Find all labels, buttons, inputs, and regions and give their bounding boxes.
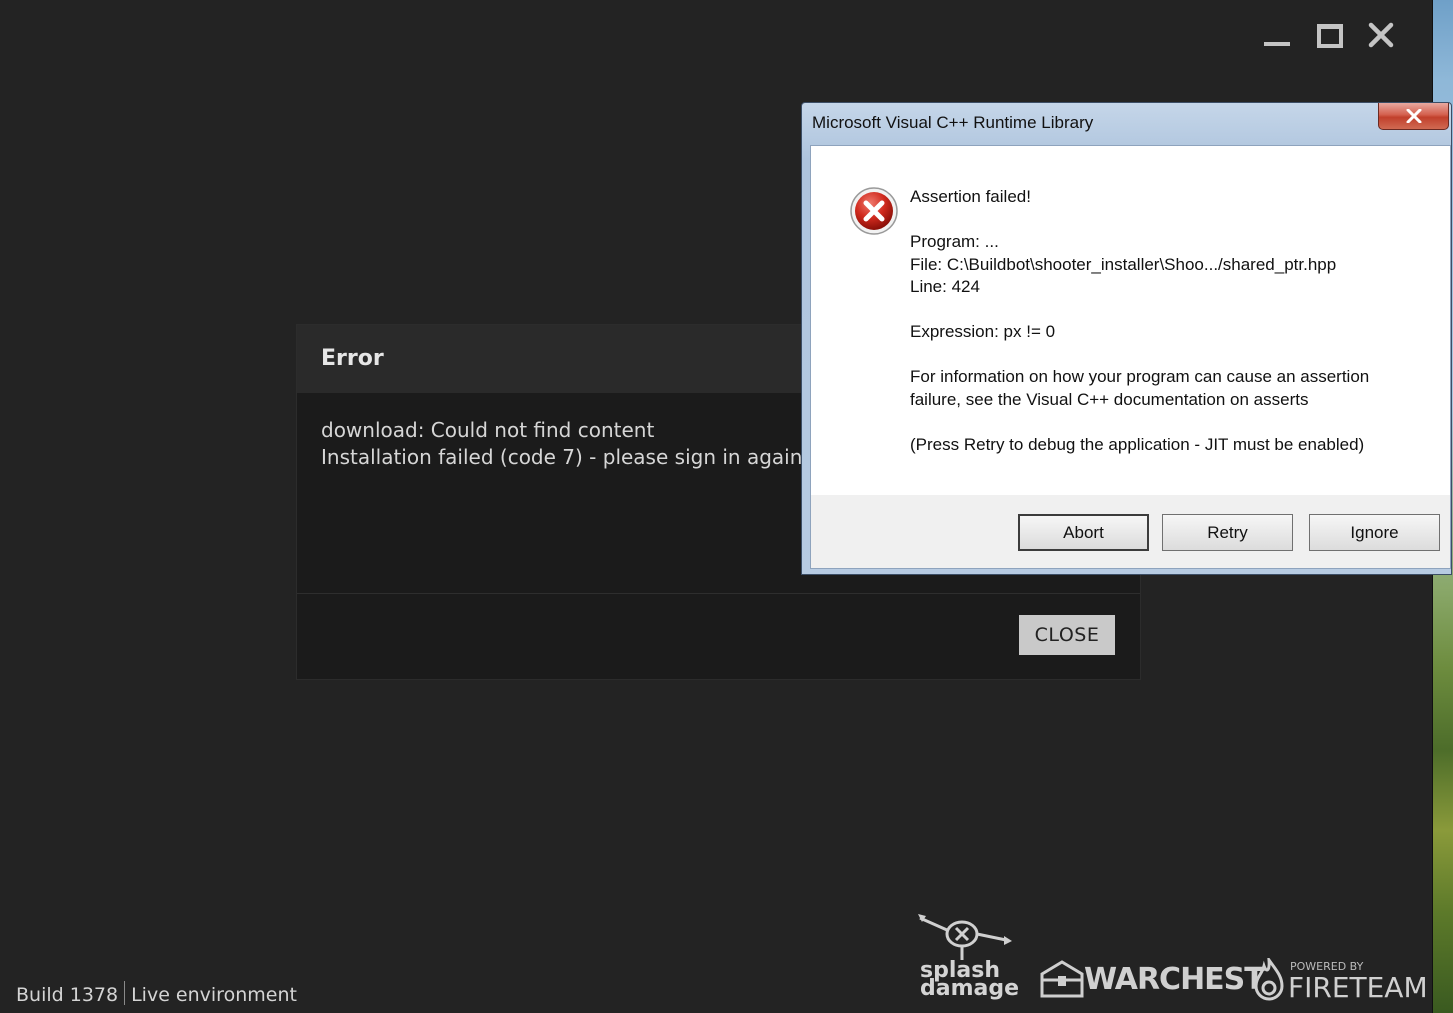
warchest-logo: WARCHEST (1040, 956, 1265, 1004)
error-x-icon (850, 187, 898, 235)
expression-line: Expression: px != 0 (910, 322, 1056, 341)
error-message-line: Installation failed (code 7) - please si… (321, 445, 809, 469)
message-box-text: Assertion failed! Program: ... File: C:\… (910, 186, 1430, 456)
message-box-content: Assertion failed! Program: ... File: C:\… (810, 145, 1451, 569)
retry-button[interactable]: Retry (1162, 514, 1293, 551)
maximize-icon (1317, 24, 1343, 48)
warchest-chest-icon (1040, 960, 1084, 998)
divider (297, 593, 1140, 594)
splash-damage-emblem-icon (918, 914, 1012, 960)
maximize-button[interactable] (1310, 18, 1346, 52)
build-number: Build 1378 (16, 984, 119, 1006)
message-box-close-button[interactable] (1378, 103, 1449, 130)
splash-damage-logo: splash damage (916, 912, 1019, 1004)
retry-hint: (Press Retry to debug the application - … (910, 434, 1365, 454)
file-line: File: C:\Buildbot\shooter_installer\Shoo… (910, 254, 1337, 274)
error-message-line: download: Could not find content (321, 418, 655, 442)
fireteam-logo: POWERED BY FIRETEAM (1252, 954, 1428, 1006)
minimize-button[interactable] (1258, 18, 1294, 52)
message-box-title: Microsoft Visual C++ Runtime Library (812, 113, 1094, 132)
info-line: For information on how your program can … (910, 367, 1370, 386)
abort-button[interactable]: Abort (1018, 514, 1149, 551)
runtime-error-message-box: Microsoft Visual C++ Runtime Library Ass… (801, 102, 1452, 575)
error-dialog-title: Error (321, 346, 384, 371)
divider (124, 981, 126, 1005)
status-bar: Build 1378 Live environment (16, 981, 297, 1006)
close-window-button[interactable] (1362, 18, 1398, 52)
minimize-icon (1264, 42, 1290, 46)
fireteam-flame-icon (1254, 954, 1284, 1001)
program-line: Program: ... (910, 232, 999, 251)
error-dialog-message: download: Could not find content Install… (321, 417, 809, 471)
assertion-heading: Assertion failed! (910, 187, 1031, 206)
ignore-button[interactable]: Ignore (1309, 514, 1440, 551)
info-line: failure, see the Visual C++ documentatio… (910, 389, 1309, 409)
message-box-body: Assertion failed! Program: ... File: C:\… (811, 146, 1450, 495)
line-number: Line: 424 (910, 277, 980, 296)
close-icon (1368, 22, 1394, 48)
environment-label: Live environment (131, 984, 297, 1006)
close-icon (1406, 109, 1422, 123)
error-close-button[interactable]: CLOSE (1019, 615, 1115, 655)
